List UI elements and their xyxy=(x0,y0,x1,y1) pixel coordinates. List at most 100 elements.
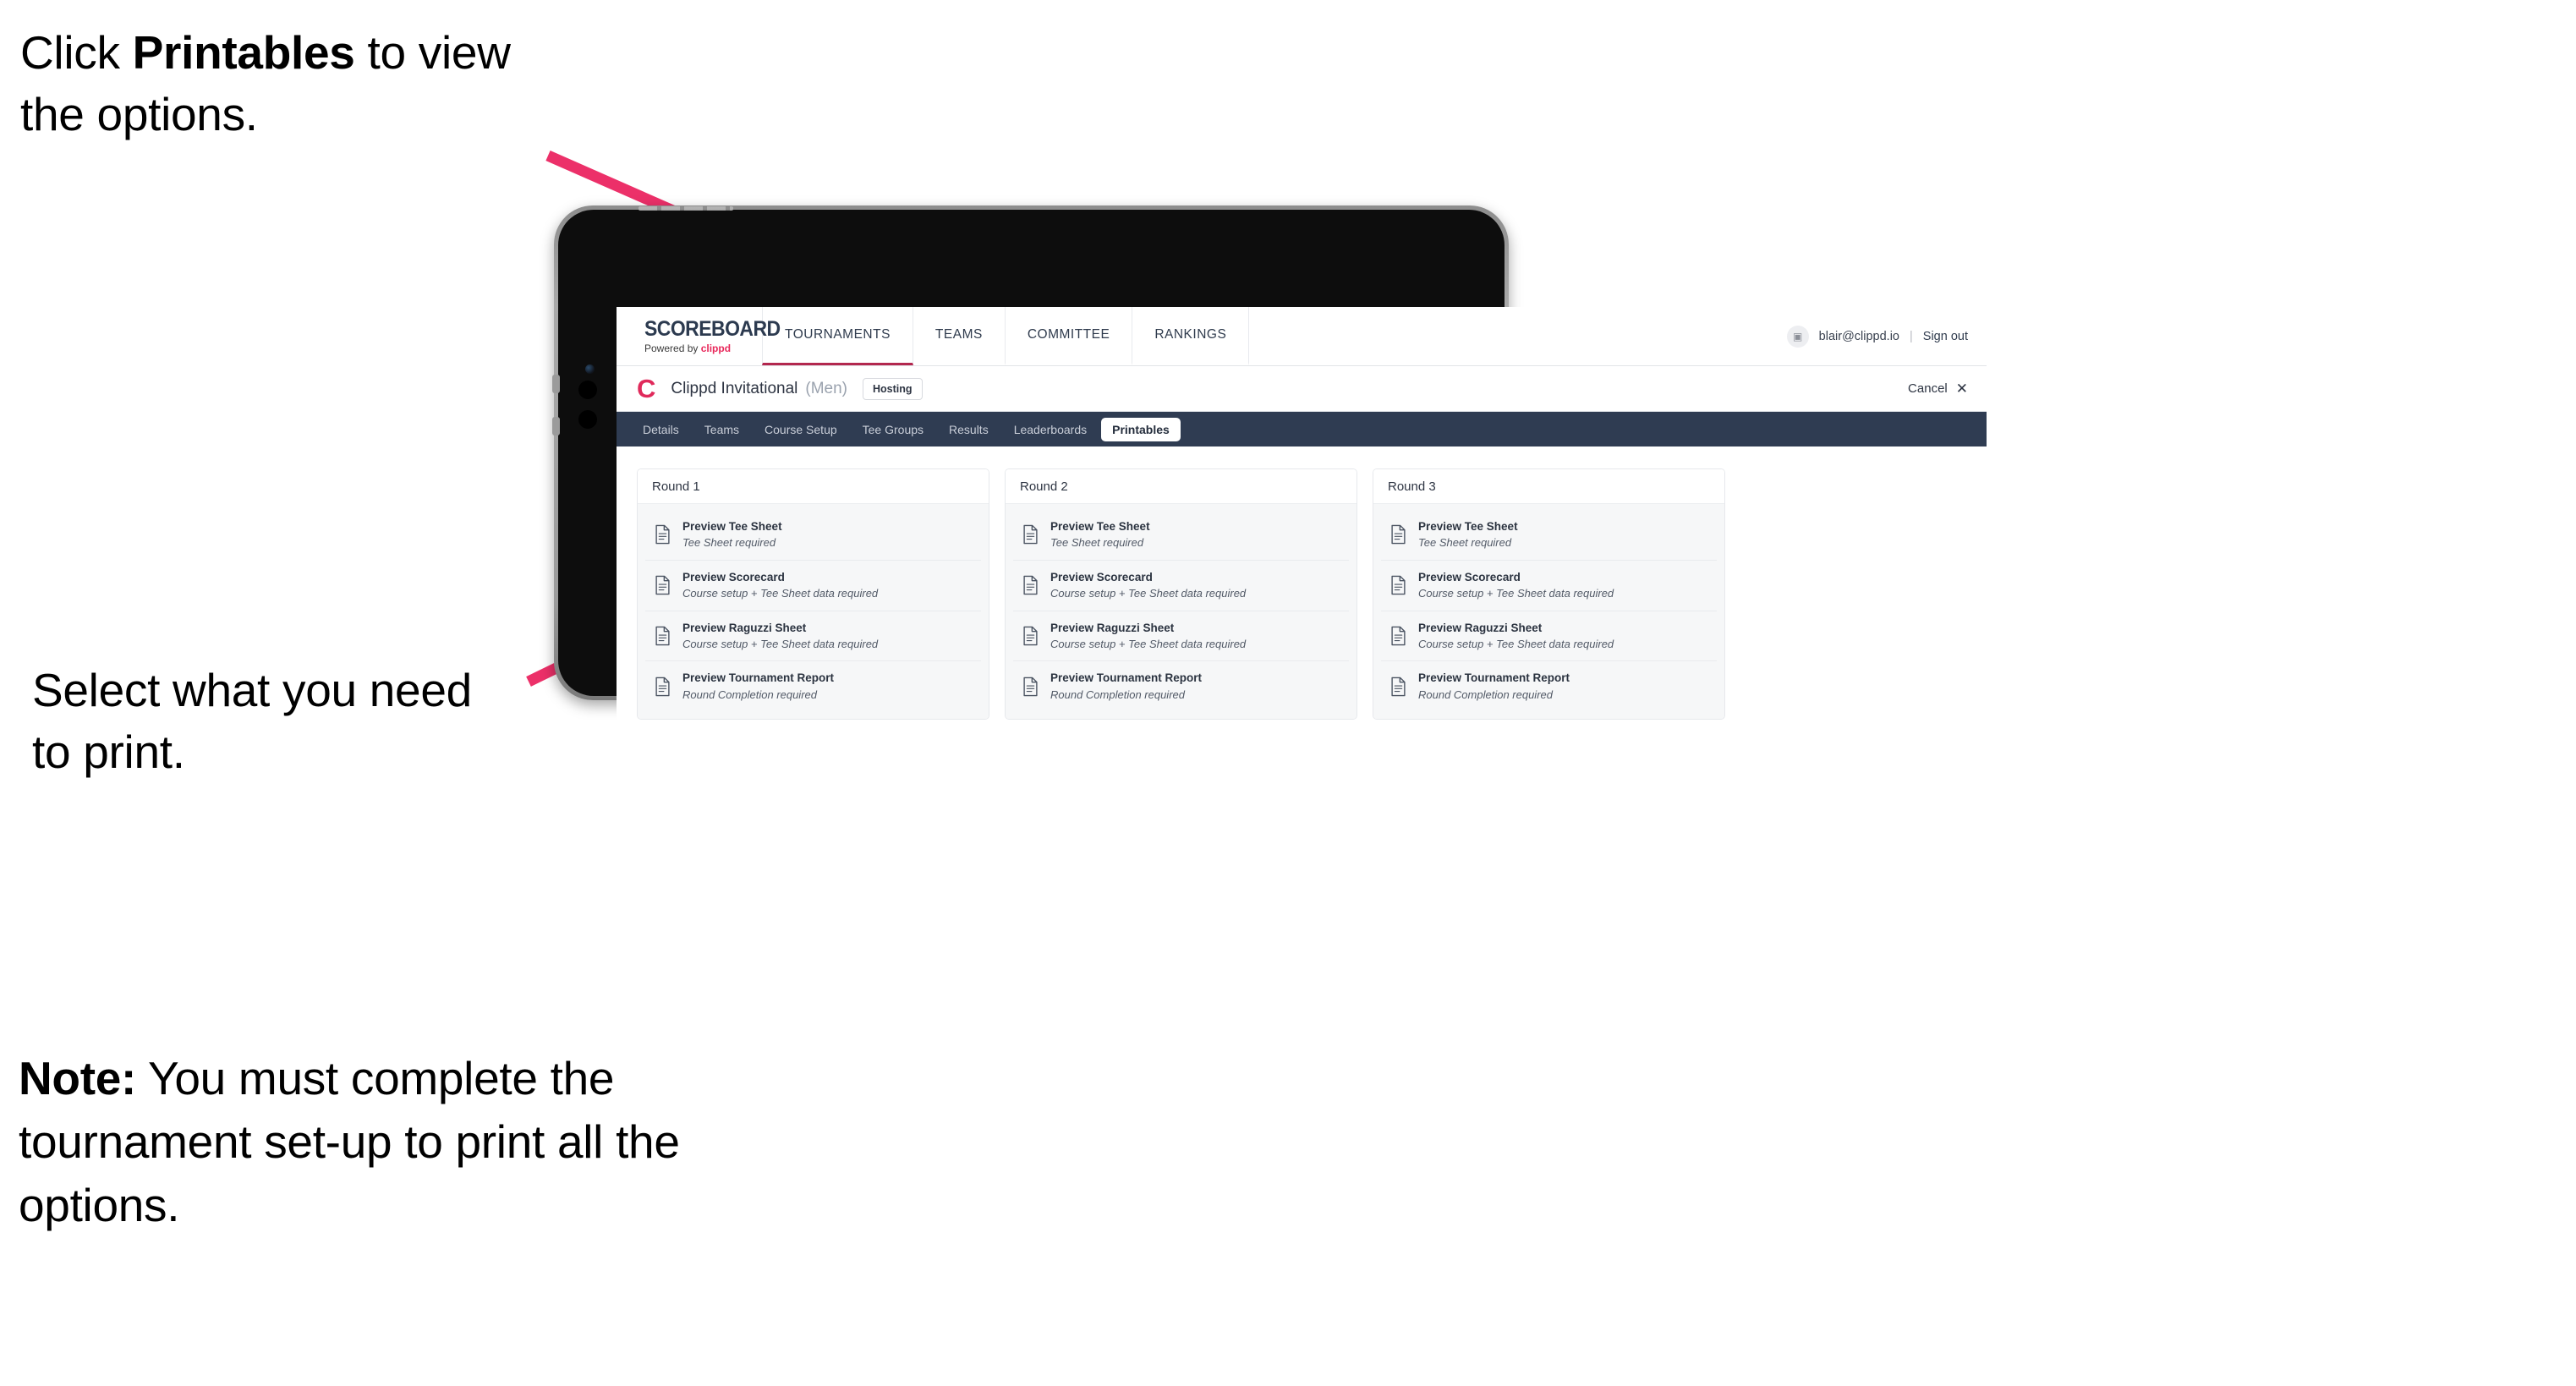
printable-option-title: Preview Scorecard xyxy=(1418,570,1521,583)
printable-option-row[interactable]: Preview Tee Sheet Tee Sheet required xyxy=(1381,510,1717,561)
printable-option-title: Preview Tournament Report xyxy=(1050,671,1203,685)
printable-option-text: Preview Tournament Report Round Completio… xyxy=(1050,671,1202,701)
printable-option-requirement: Tee Sheet required xyxy=(682,536,776,550)
printable-option-row[interactable]: Preview Scorecard Course setup + Tee Shee… xyxy=(1013,560,1349,611)
printable-option-title: Preview Tee Sheet xyxy=(1418,520,1518,533)
round-card-body: Preview Tee Sheet Tee Sheet required Previ… xyxy=(638,504,989,720)
powered-by-label: Powered by clippd xyxy=(644,343,747,353)
printable-option-row[interactable]: Preview Tee Sheet Tee Sheet required xyxy=(645,510,981,561)
document-icon xyxy=(1022,626,1039,646)
tab-course-setup[interactable]: Course Setup xyxy=(754,418,848,441)
round-card-header: Round 2 xyxy=(1006,469,1357,504)
clippd-logo-icon: C xyxy=(637,374,656,403)
tablet-side-button-upper[interactable] xyxy=(552,375,560,393)
nav-item-rankings[interactable]: RANKINGS xyxy=(1132,307,1250,365)
document-icon xyxy=(1389,575,1407,595)
printable-option-text: Preview Scorecard Course setup + Tee Shee… xyxy=(682,571,878,600)
tournament-tab-bar: Details Teams Course Setup Tee Groups Re… xyxy=(617,412,1987,446)
tournament-name: Clippd Invitational xyxy=(671,379,798,397)
cancel-button[interactable]: Cancel ✕ xyxy=(1908,381,1968,396)
printable-option-title: Preview Scorecard xyxy=(682,570,785,583)
printable-option-row[interactable]: Preview Raguzzi Sheet Course setup + Tee … xyxy=(1381,611,1717,662)
round-card: Round 2 Preview Tee Sheet Tee Sheet requir… xyxy=(1005,468,1357,720)
printable-option-text: Preview Raguzzi Sheet Course setup + Tee … xyxy=(682,622,878,651)
printables-rounds-grid: Round 1 Preview Tee Sheet Tee Sheet requir… xyxy=(617,446,1987,742)
document-icon xyxy=(1022,524,1039,545)
tournament-gender: (Men) xyxy=(805,379,847,397)
printable-option-title: Preview Raguzzi Sheet xyxy=(1418,621,1543,634)
status-badge[interactable]: Hosting xyxy=(863,377,923,400)
tab-teams[interactable]: Teams xyxy=(693,418,750,441)
tablet-speaker-grille xyxy=(639,206,733,211)
printable-option-requirement: Course setup + Tee Sheet data required xyxy=(1050,637,1247,650)
round-card: Round 1 Preview Tee Sheet Tee Sheet requir… xyxy=(637,468,989,720)
printable-option-row[interactable]: Preview Raguzzi Sheet Course setup + Tee … xyxy=(645,611,981,662)
tablet-side-button-lower[interactable] xyxy=(552,417,560,436)
printable-option-title: Preview Raguzzi Sheet xyxy=(1050,621,1175,634)
nav-item-committee[interactable]: COMMITTEE xyxy=(1006,307,1133,365)
printable-option-title: Preview Tee Sheet xyxy=(682,520,782,533)
printable-option-requirement: Tee Sheet required xyxy=(1050,536,1144,550)
user-avatar-icon[interactable]: ▣ xyxy=(1786,325,1809,348)
annotation-note: Note: You must complete the tournament s… xyxy=(19,1047,687,1236)
tablet-hardware-button-two[interactable] xyxy=(578,410,597,429)
printable-option-row[interactable]: Preview Tournament Report Round Completio… xyxy=(1381,661,1717,712)
tab-results[interactable]: Results xyxy=(938,418,1000,441)
account-email: blair@clippd.io xyxy=(1818,329,1899,343)
tab-tee-groups[interactable]: Tee Groups xyxy=(852,418,934,441)
sign-out-button[interactable]: Sign out xyxy=(1923,330,1968,343)
printable-option-title: Preview Scorecard xyxy=(1050,570,1153,583)
round-card-body: Preview Tee Sheet Tee Sheet required Previ… xyxy=(1373,504,1724,720)
document-icon xyxy=(1389,677,1407,697)
printable-option-requirement: Round Completion required xyxy=(1418,688,1553,701)
printable-option-title: Preview Raguzzi Sheet xyxy=(682,621,807,634)
document-icon xyxy=(1022,677,1039,697)
document-icon xyxy=(654,524,671,545)
annotation-top-bold: Printables xyxy=(132,26,355,79)
document-icon xyxy=(654,575,671,595)
app-screen: SCOREBOARD Powered by clippd TOURNAMENTS… xyxy=(617,307,1987,1095)
round-card-body: Preview Tee Sheet Tee Sheet required Previ… xyxy=(1006,504,1357,720)
printable-option-requirement: Course setup + Tee Sheet data required xyxy=(1050,586,1247,600)
annotation-click-printables: Click Printables to view the options. xyxy=(20,22,562,145)
printable-option-row[interactable]: Preview Scorecard Course setup + Tee Shee… xyxy=(1381,560,1717,611)
annotation-top-pre: Click xyxy=(20,26,133,79)
nav-item-teams[interactable]: TEAMS xyxy=(913,307,1006,365)
printable-option-title: Preview Tournament Report xyxy=(1418,671,1570,685)
printable-option-row[interactable]: Preview Tee Sheet Tee Sheet required xyxy=(1013,510,1349,561)
tab-printables[interactable]: Printables xyxy=(1101,417,1181,441)
tablet-hardware-button-one[interactable] xyxy=(578,381,597,399)
printable-option-row[interactable]: Preview Raguzzi Sheet Course setup + Tee … xyxy=(1013,611,1349,662)
printable-option-requirement: Course setup + Tee Sheet data required xyxy=(682,586,879,600)
printable-option-requirement: Round Completion required xyxy=(682,688,817,701)
document-icon xyxy=(654,626,671,646)
account-area: ▣ blair@clippd.io | Sign out xyxy=(1786,307,1987,365)
printable-option-text: Preview Raguzzi Sheet Course setup + Tee … xyxy=(1418,622,1614,651)
printable-option-text: Preview Tournament Report Round Completio… xyxy=(1418,671,1570,701)
close-icon: ✕ xyxy=(1955,381,1968,397)
printable-option-text: Preview Tournament Report Round Completio… xyxy=(682,671,834,701)
nav-item-tournaments[interactable]: TOURNAMENTS xyxy=(762,307,913,365)
printable-option-row[interactable]: Preview Scorecard Course setup + Tee Shee… xyxy=(645,560,981,611)
round-card-header: Round 3 xyxy=(1373,469,1724,504)
tab-details[interactable]: Details xyxy=(632,418,690,441)
annotation-select-what-to-print: Select what you need to print. xyxy=(32,664,472,778)
scoreboard-wordmark: SCOREBOARD xyxy=(644,317,781,341)
document-icon xyxy=(1022,575,1039,595)
app-top-bar: SCOREBOARD Powered by clippd TOURNAMENTS… xyxy=(617,307,1987,366)
printable-option-title: Preview Tee Sheet xyxy=(1050,520,1150,533)
scoreboard-logo[interactable]: SCOREBOARD Powered by clippd xyxy=(617,307,781,365)
document-icon xyxy=(1389,524,1407,545)
printable-option-text: Preview Scorecard Course setup + Tee Shee… xyxy=(1418,571,1614,600)
primary-nav: TOURNAMENTS TEAMS COMMITTEE RANKINGS xyxy=(762,307,1250,365)
powered-by-prefix: Powered by xyxy=(644,342,701,354)
tab-leaderboards[interactable]: Leaderboards xyxy=(1003,418,1098,441)
clippd-name: clippd xyxy=(700,342,732,354)
printable-option-row[interactable]: Preview Tournament Report Round Completio… xyxy=(1013,661,1349,712)
printable-option-requirement: Tee Sheet required xyxy=(1418,536,1512,550)
printable-option-row[interactable]: Preview Tournament Report Round Completio… xyxy=(645,661,981,712)
printable-option-text: Preview Raguzzi Sheet Course setup + Tee … xyxy=(1050,622,1246,651)
tournament-header-bar: C Clippd Invitational (Men) Hosting Canc… xyxy=(617,366,1987,412)
printable-option-text: Preview Scorecard Course setup + Tee Shee… xyxy=(1050,571,1246,600)
document-icon xyxy=(1389,626,1407,646)
